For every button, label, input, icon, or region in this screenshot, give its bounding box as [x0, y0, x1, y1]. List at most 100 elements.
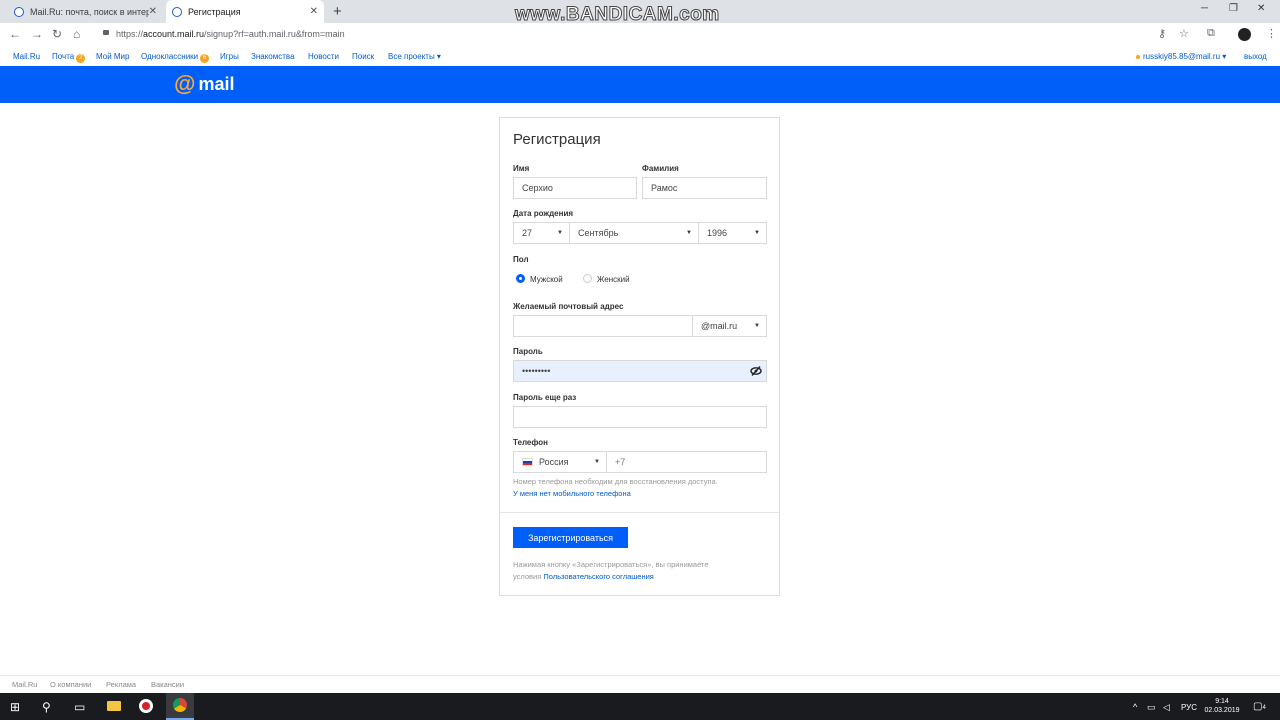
phone-label: Телефон: [513, 438, 548, 447]
url-host: account.mail.ru: [143, 29, 205, 39]
mail-favicon-icon: [172, 6, 182, 17]
link-label: Новости: [308, 52, 339, 61]
close-tab-icon[interactable]: ✕: [149, 6, 157, 17]
gender-female-label[interactable]: Женский: [597, 275, 630, 284]
minimize-button[interactable]: ─: [1201, 3, 1208, 14]
portal-link-dating[interactable]: Знакомства: [251, 52, 295, 61]
mail-favicon-icon: [14, 6, 24, 17]
user-account-menu[interactable]: russkiy85.85@mail.ru ▾: [1136, 52, 1226, 61]
password-repeat-input[interactable]: [513, 406, 767, 428]
first-name-value: Серхио: [522, 183, 553, 193]
menu-dots-icon[interactable]: ⋮: [1266, 27, 1277, 40]
search-icon[interactable]: ⚲: [42, 700, 51, 714]
bandicam-app-icon[interactable]: [139, 699, 153, 713]
windows-start-icon[interactable]: ⊞: [10, 700, 20, 714]
address-input[interactable]: https://account.mail.ru/signup?rf=auth.m…: [116, 29, 345, 39]
dropdown-arrow-icon: ▼: [754, 323, 760, 329]
terms-text: Нажимая кнопку «Зарегистрироваться», вы …: [513, 560, 709, 569]
clock-date: 02.03.2019: [1204, 707, 1240, 714]
link-label: Одноклассники: [141, 52, 199, 61]
link-label: Знакомства: [251, 52, 295, 61]
birth-day-select[interactable]: 27 ▼: [513, 222, 570, 244]
portal-link-my-world[interactable]: Мой Мир: [96, 52, 129, 61]
chrome-taskbar-button[interactable]: [166, 693, 194, 720]
task-view-icon[interactable]: ▭: [74, 700, 85, 714]
url-path: /signup?rf=auth.mail.ru&from=main: [204, 29, 345, 39]
password-label: Пароль: [513, 347, 543, 356]
first-name-label: Имя: [513, 164, 530, 173]
form-divider: [500, 512, 779, 513]
home-icon[interactable]: ⌂: [73, 27, 80, 41]
password-input[interactable]: •••••••••: [513, 360, 767, 382]
phone-country-value: Россия: [539, 457, 569, 467]
extension-icon[interactable]: ⧉: [1207, 27, 1215, 40]
link-label: Все проекты ▾: [388, 52, 441, 61]
lock-icon[interactable]: [103, 30, 109, 35]
portal-link-search[interactable]: Поиск: [352, 52, 374, 61]
link-label: Почта: [52, 52, 75, 61]
footer-link-about[interactable]: О компании: [50, 680, 91, 689]
portal-link-games[interactable]: Игры: [220, 52, 239, 61]
close-window-button[interactable]: ✕: [1257, 3, 1265, 14]
portal-link-mail[interactable]: Почта 2: [52, 52, 86, 63]
profile-avatar-icon[interactable]: [1238, 28, 1251, 41]
register-button[interactable]: Зарегистрироваться: [513, 527, 628, 548]
close-tab-icon[interactable]: ✕: [310, 6, 318, 17]
last-name-input[interactable]: Рамос: [642, 177, 767, 199]
gender-female-radio[interactable]: [583, 274, 592, 283]
back-icon[interactable]: ←: [9, 27, 21, 41]
user-agreement-link[interactable]: Пользовательского соглашения: [543, 572, 654, 581]
no-phone-link[interactable]: У меня нет мобильного телефона: [513, 489, 631, 498]
language-indicator[interactable]: РУС: [1181, 703, 1197, 712]
tab-mail-ru-home[interactable]: Mail.Ru: почта, поиск в интерне ✕: [8, 0, 163, 23]
volume-icon[interactable]: ◁: [1163, 702, 1170, 713]
user-email: russkiy85.85@mail.ru ▾: [1143, 52, 1227, 61]
taskbar-clock[interactable]: 9:14 02.03.2019: [1202, 697, 1242, 715]
ok-count-badge: 6: [200, 54, 210, 63]
footer-link-jobs[interactable]: Вакансии: [151, 680, 184, 689]
new-tab-button[interactable]: +: [333, 3, 342, 20]
mail-logo[interactable]: @ mail: [174, 72, 234, 96]
network-icon[interactable]: ▭: [1147, 702, 1156, 713]
phone-number-input[interactable]: +7: [606, 451, 767, 473]
notifications-icon[interactable]: ▢4: [1253, 701, 1266, 712]
email-label: Желаемый почтовый адрес: [513, 302, 624, 311]
file-explorer-icon[interactable]: [107, 701, 121, 711]
reload-icon[interactable]: ↻: [52, 27, 62, 41]
phone-hint: Номер телефона необходим для восстановле…: [513, 477, 718, 486]
bookmark-star-icon[interactable]: ☆: [1179, 27, 1189, 40]
last-name-label: Фамилия: [642, 164, 679, 173]
portal-link-all-projects[interactable]: Все проекты ▾: [388, 52, 441, 61]
notification-count: 4: [1262, 705, 1266, 711]
birth-month-select[interactable]: Сентябрь ▼: [569, 222, 699, 244]
hide-password-eye-icon[interactable]: [750, 364, 762, 382]
maximize-button[interactable]: ❐: [1229, 3, 1238, 14]
gender-label: Пол: [513, 255, 529, 264]
key-icon[interactable]: ⚷: [1158, 27, 1166, 40]
phone-country-select[interactable]: Россия ▼: [513, 451, 607, 473]
tray-expand-icon[interactable]: ^: [1133, 702, 1137, 712]
footer-link-ads[interactable]: Реклама: [106, 680, 136, 689]
footer-link-mailru[interactable]: Mail.Ru: [12, 680, 37, 689]
portal-link-news[interactable]: Новости: [308, 52, 339, 61]
logout-link[interactable]: выход: [1244, 52, 1267, 61]
portal-link-ok[interactable]: Одноклассники 6: [141, 52, 210, 63]
page-title: Регистрация: [513, 131, 601, 148]
email-input[interactable]: [513, 315, 693, 337]
password-repeat-label: Пароль еще раз: [513, 393, 577, 402]
birth-year-value: 1996: [707, 228, 728, 238]
first-name-input[interactable]: Серхио: [513, 177, 637, 199]
gender-male-label[interactable]: Мужской: [530, 275, 563, 284]
forward-icon[interactable]: →: [31, 27, 43, 41]
tab-registration[interactable]: Регистрация ✕: [166, 0, 324, 23]
russia-flag-icon: [522, 458, 533, 466]
mail-count-badge: 2: [76, 54, 86, 63]
portal-link-mailru[interactable]: Mail.Ru: [13, 52, 40, 61]
dropdown-arrow-icon: ▼: [594, 459, 600, 465]
email-domain-select[interactable]: @mail.ru ▼: [692, 315, 767, 337]
url-scheme: https://: [116, 29, 144, 39]
birth-year-select[interactable]: 1996 ▼: [698, 222, 767, 244]
gender-male-radio[interactable]: [516, 274, 525, 283]
at-logo-icon: @: [174, 71, 196, 96]
logo-word: mail: [198, 73, 235, 94]
